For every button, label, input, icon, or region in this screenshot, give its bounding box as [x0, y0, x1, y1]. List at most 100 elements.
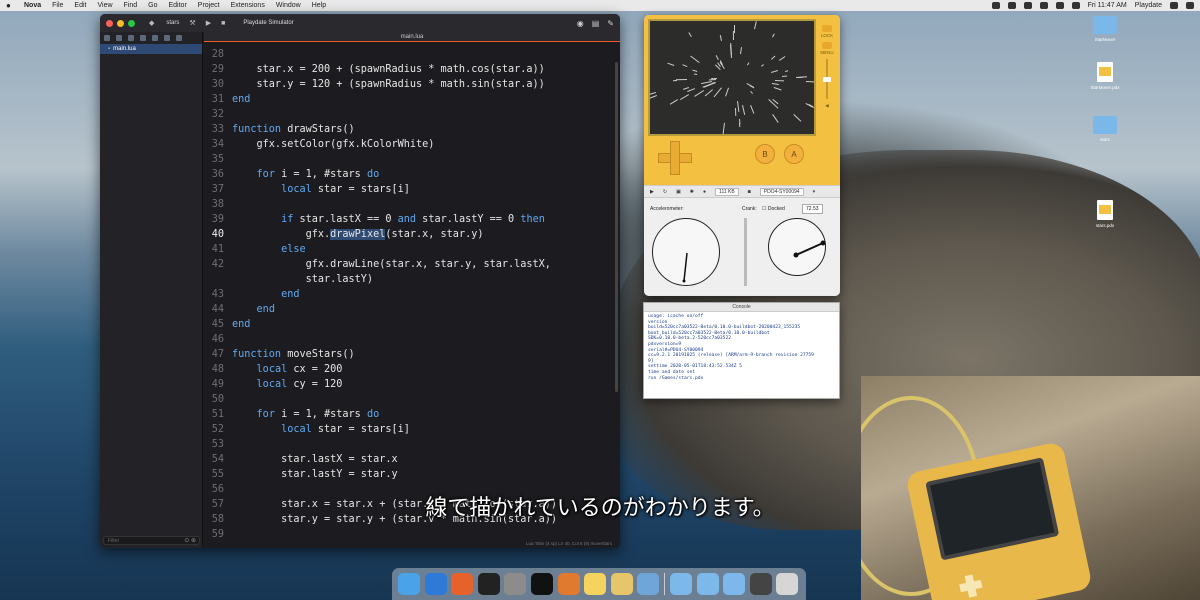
code-line[interactable]: 41 else: [204, 242, 614, 257]
minimize-window-button[interactable]: [117, 19, 124, 27]
code-line[interactable]: 44 end: [204, 302, 614, 317]
menubar-clock[interactable]: Fri 11:47 AM: [1088, 2, 1127, 9]
downloads-folder-icon[interactable]: [696, 573, 719, 595]
accelerometer-dial[interactable]: [652, 218, 720, 286]
code-line[interactable]: 50: [204, 392, 614, 407]
menu-file[interactable]: File: [52, 2, 63, 9]
trash-icon[interactable]: [776, 573, 799, 595]
menu-edit[interactable]: Edit: [74, 2, 86, 9]
preview-icon[interactable]: [610, 573, 633, 595]
search-icon[interactable]: [1170, 2, 1178, 9]
sidebar-toggle-icon[interactable]: ▤: [592, 19, 600, 28]
code-line[interactable]: 38: [204, 197, 614, 212]
sidebar-file-item[interactable]: ▪ main.lua: [100, 44, 202, 54]
code-line[interactable]: 40 gfx.drawPixel(star.x, star.y): [204, 227, 614, 242]
menu-window[interactable]: Window: [276, 2, 301, 9]
menu-help[interactable]: Help: [312, 2, 326, 9]
code-line[interactable]: 48 local cx = 200: [204, 362, 614, 377]
safari-icon[interactable]: [424, 573, 447, 595]
code-line[interactable]: 31 end: [204, 92, 614, 107]
obs-icon[interactable]: [530, 573, 553, 595]
code-line[interactable]: 34 gfx.setColor(gfx.kColorWhite): [204, 137, 614, 152]
nova-icon[interactable]: [557, 573, 580, 595]
terminal-icon[interactable]: [477, 573, 500, 595]
playdate-status-icon[interactable]: [1007, 2, 1016, 9]
docked-checkbox[interactable]: ☐ Docked: [762, 206, 785, 212]
wifi-icon[interactable]: [1039, 2, 1048, 9]
dpad[interactable]: [658, 141, 692, 175]
console-output[interactable]: usage: icache on/off version build=520cc7a…: [644, 312, 839, 383]
volume-slider[interactable]: [823, 59, 831, 99]
menubar-user[interactable]: Playdate: [1135, 2, 1162, 9]
memory-icon[interactable]: ●: [703, 189, 706, 195]
code-line[interactable]: 33 function drawStars(): [204, 122, 614, 137]
button-b[interactable]: B: [755, 144, 775, 164]
code-line[interactable]: 35: [204, 152, 614, 167]
menu-find[interactable]: Find: [124, 2, 138, 9]
code-line[interactable]: 45 end: [204, 317, 614, 332]
chevron-down-icon[interactable]: ▾: [813, 189, 816, 195]
menu-project[interactable]: Project: [198, 2, 220, 9]
menu-editor[interactable]: Editor: [168, 2, 186, 9]
system-preferences-icon[interactable]: [504, 573, 527, 595]
desktop-icon-starmover-pdx[interactable]: StarMover.pdx: [1080, 62, 1130, 90]
screenshot-icon[interactable]: [749, 573, 772, 595]
editor-tab[interactable]: main.lua: [204, 32, 620, 42]
volume-icon[interactable]: [1055, 2, 1064, 9]
code-line[interactable]: 53: [204, 437, 614, 452]
code-line[interactable]: 55 star.lastY = star.y: [204, 467, 614, 482]
code-line[interactable]: 32: [204, 107, 614, 122]
obs-status-icon[interactable]: [991, 2, 1000, 9]
menu-extensions[interactable]: Extensions: [231, 2, 265, 9]
desktop-icon-starmover[interactable]: StarMover: [1080, 16, 1130, 42]
code-line[interactable]: 36 for i = 1, #stars do: [204, 167, 614, 182]
zoom-window-button[interactable]: [128, 19, 135, 27]
code-line[interactable]: 52 local star = stars[i]: [204, 422, 614, 437]
code-line[interactable]: 49 local cy = 120: [204, 377, 614, 392]
menu-view[interactable]: View: [97, 2, 112, 9]
finder-icon[interactable]: [398, 573, 420, 595]
code-line[interactable]: 54 star.lastX = star.x: [204, 452, 614, 467]
volume-slider-knob[interactable]: [823, 77, 831, 82]
code-line[interactable]: 43 end: [204, 287, 614, 302]
desktop-icon-stars[interactable]: stars: [1080, 116, 1130, 142]
turtle-icon[interactable]: ✺: [690, 189, 694, 195]
editor[interactable]: main.lua 28 29 star.x = 200 + (spawnRadiu…: [204, 32, 620, 548]
firefox-icon[interactable]: [451, 573, 474, 595]
code-line[interactable]: star.lastY): [204, 272, 614, 287]
stickies-icon[interactable]: [584, 573, 607, 595]
app-folder-icon[interactable]: [669, 573, 692, 595]
menu-button[interactable]: [822, 42, 832, 49]
button-a[interactable]: A: [784, 144, 804, 164]
reload-icon[interactable]: ↻: [663, 189, 667, 195]
code-line[interactable]: 29 star.x = 200 + (spawnRadius * math.co…: [204, 62, 614, 77]
code-line[interactable]: 39 if star.lastX == 0 and star.lastY == …: [204, 212, 614, 227]
accelerometer-z-slider[interactable]: [744, 218, 747, 286]
documents-folder-icon[interactable]: [723, 573, 746, 595]
preview-icon[interactable]: ◉: [577, 19, 584, 28]
code-line[interactable]: 37 local star = stars[i]: [204, 182, 614, 197]
code-view[interactable]: 28 29 star.x = 200 + (spawnRadius * math.…: [204, 47, 614, 548]
close-window-button[interactable]: [106, 19, 113, 27]
files-icon[interactable]: [104, 35, 110, 41]
issues-icon[interactable]: [152, 35, 158, 41]
device-selector[interactable]: PDO4-SY00094: [759, 187, 804, 196]
crank-angle-field[interactable]: 72.53: [802, 204, 823, 214]
run-icon[interactable]: ▶: [206, 19, 211, 27]
extensions-icon[interactable]: [164, 35, 170, 41]
git-icon[interactable]: [116, 35, 122, 41]
code-line[interactable]: 46: [204, 332, 614, 347]
code-line[interactable]: 28: [204, 47, 614, 62]
code-line[interactable]: 51 for i = 1, #stars do: [204, 407, 614, 422]
play-icon[interactable]: ▶: [650, 189, 654, 195]
desktop-icon-stars-pdx[interactable]: stars.pdx: [1080, 200, 1130, 228]
menu-app-name[interactable]: Nova: [24, 2, 41, 9]
symbols-icon[interactable]: [128, 35, 134, 41]
menu-go[interactable]: Go: [148, 2, 157, 9]
code-line[interactable]: 47 function moveStars(): [204, 347, 614, 362]
project-breadcrumb[interactable]: stars: [166, 20, 179, 26]
task-selector[interactable]: Playdate Simulator: [243, 20, 293, 26]
code-line[interactable]: 30 star.y = 120 + (spawnRadius * math.si…: [204, 77, 614, 92]
code-line[interactable]: 42 gfx.drawLine(star.x, star.y, star.las…: [204, 257, 614, 272]
crank-dial[interactable]: [768, 218, 826, 276]
